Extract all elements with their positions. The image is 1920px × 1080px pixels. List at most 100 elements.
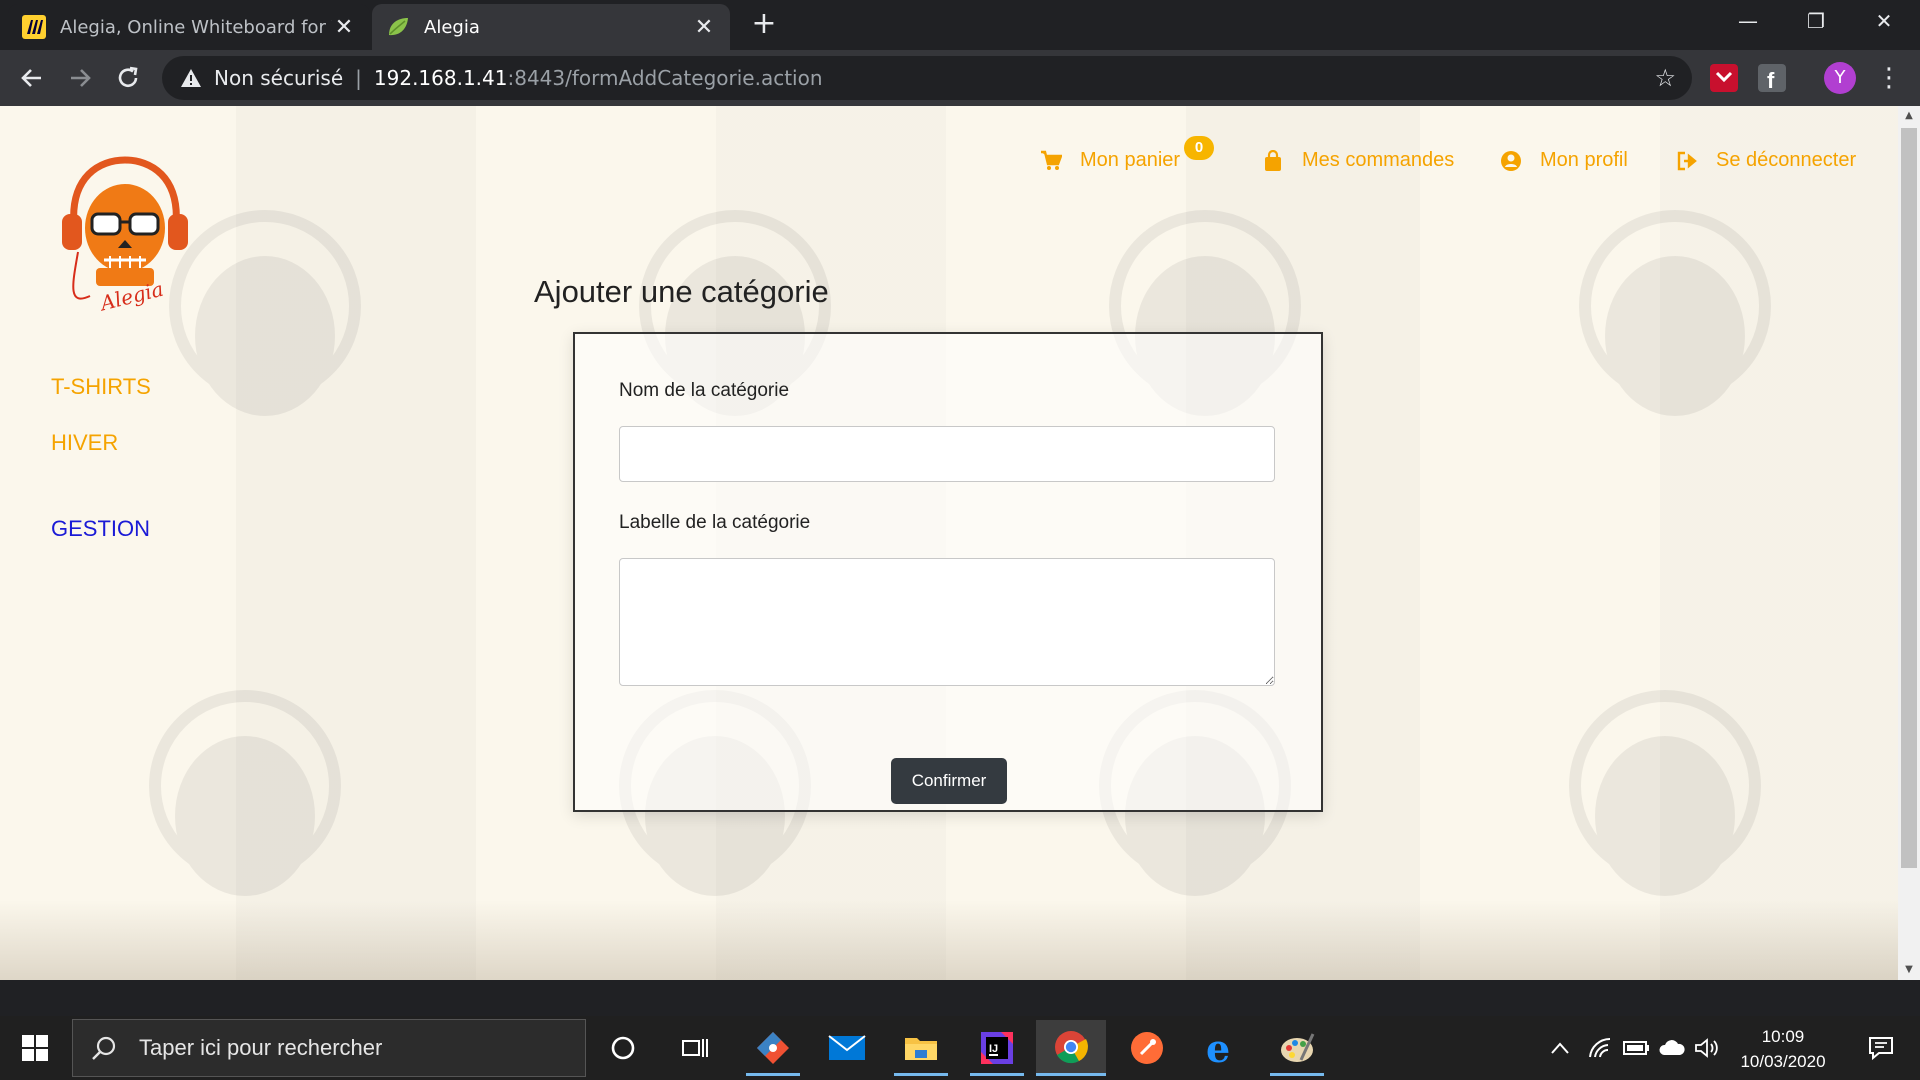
arrow-left-icon	[21, 69, 41, 87]
close-tab-icon[interactable]: ✕	[332, 15, 356, 40]
svg-text:f: f	[1767, 68, 1775, 92]
tab-alegia[interactable]: Alegia ✕	[372, 4, 730, 50]
profile-avatar[interactable]: Y	[1824, 62, 1856, 94]
tab-title: Alegia	[424, 16, 480, 38]
taskbar-clock[interactable]: 10:09 10/03/2020	[1728, 1024, 1838, 1074]
url-host: 192.168.1.41	[373, 66, 508, 90]
onedrive-cloud-icon[interactable]	[1658, 1016, 1688, 1080]
action-center-notification-icon[interactable]	[1858, 1016, 1904, 1080]
category-name-input[interactable]	[619, 426, 1275, 482]
windows-logo-icon	[22, 1035, 48, 1061]
scrollbar-thumb[interactable]	[1901, 128, 1917, 868]
security-label[interactable]: Non sécurisé	[214, 66, 343, 90]
page-bottom-shade	[0, 900, 1898, 980]
browser-tab-bar: Alegia, Online Whiteboard for Vi ✕ Alegi…	[0, 0, 1920, 50]
pocket-extension-icon[interactable]	[1710, 64, 1738, 92]
taskbar-app-edge[interactable]: e	[1186, 1020, 1256, 1076]
taskbar-app-postman[interactable]	[1112, 1020, 1182, 1076]
minimize-button[interactable]: —	[1714, 0, 1782, 44]
cart-icon	[1041, 150, 1062, 170]
page-scrollbar[interactable]: ▲ ▼	[1898, 106, 1920, 980]
volume-icon[interactable]	[1694, 1016, 1722, 1080]
running-indicator	[1270, 1073, 1324, 1076]
sidebar-item-gestion[interactable]: GESTION	[51, 516, 150, 542]
taskbar-app-explorer[interactable]	[886, 1020, 956, 1076]
back-button[interactable]	[14, 60, 50, 96]
reload-button[interactable]	[110, 60, 146, 96]
browser-menu-icon[interactable]: ⋮	[1876, 62, 1902, 94]
category-label-textarea[interactable]	[619, 558, 1275, 686]
taskbar-app-git[interactable]	[738, 1020, 808, 1076]
facebook-extension-icon[interactable]: f	[1758, 64, 1786, 93]
forward-button[interactable]	[62, 60, 98, 96]
reload-icon	[118, 66, 138, 87]
taskbar-app-mail[interactable]	[812, 1020, 882, 1076]
nav-orders-label: Mes commandes	[1302, 149, 1455, 171]
cortana-circle-icon	[611, 1036, 635, 1060]
spring-leaf-icon	[389, 18, 408, 36]
tab-miro[interactable]: Alegia, Online Whiteboard for Vi ✕	[8, 4, 370, 50]
category-name-label: Nom de la catégorie	[619, 380, 790, 401]
nav-orders[interactable]: Mes commandes	[1262, 149, 1454, 172]
search-placeholder: Taper ici pour rechercher	[139, 1035, 383, 1060]
running-indicator	[894, 1073, 948, 1076]
taskbar-search-box[interactable]: Taper ici pour rechercher	[72, 1019, 586, 1077]
shopping-bag-icon	[1265, 149, 1281, 171]
scroll-down-arrow-icon[interactable]: ▼	[1898, 960, 1920, 980]
scroll-up-arrow-icon[interactable]: ▲	[1898, 106, 1920, 126]
logout-icon	[1677, 151, 1697, 170]
taskbar-app-paint[interactable]	[1262, 1020, 1332, 1076]
nav-logout-label: Se déconnecter	[1716, 149, 1857, 171]
paint-app-icon	[1281, 1033, 1315, 1062]
cortana-button[interactable]	[600, 1016, 646, 1080]
taskbar-app-chrome[interactable]	[1036, 1020, 1106, 1076]
nav-cart-label: Mon panier	[1080, 149, 1181, 171]
address-bar[interactable]: Non sécurisé | 192.168.1.41 :8443/formAd…	[162, 56, 1692, 100]
page-title: Ajouter une catégorie	[534, 274, 829, 309]
user-circle-icon	[1501, 150, 1521, 171]
add-category-form: Nom de la catégorie Labelle de la catégo…	[573, 332, 1323, 812]
taskbar-app-intellij[interactable]: IJ	[962, 1020, 1032, 1076]
clock-date: 10/03/2020	[1740, 1052, 1826, 1071]
mail-app-icon	[828, 1035, 866, 1060]
tab-title: Alegia, Online Whiteboard for Vi	[60, 16, 332, 38]
nav-logout[interactable]: Se déconnecter	[1676, 149, 1856, 172]
task-view-icon	[682, 1039, 708, 1057]
svg-text:IJ: IJ	[989, 1043, 998, 1055]
new-tab-button[interactable]: +	[748, 8, 780, 40]
browser-toolbar: Non sécurisé | 192.168.1.41 :8443/formAd…	[0, 50, 1920, 106]
restore-button[interactable]: ❐	[1782, 0, 1850, 44]
chrome-app-icon	[1055, 1030, 1088, 1063]
close-tab-icon[interactable]: ✕	[692, 15, 716, 40]
task-view-button[interactable]	[672, 1016, 718, 1080]
edge-app-icon: e	[1206, 1030, 1230, 1066]
windows-taskbar: Taper ici pour rechercher IJ e 10:09 10/…	[0, 1016, 1920, 1080]
svg-text:e: e	[1206, 1030, 1230, 1066]
folder-icon	[905, 1038, 937, 1060]
url-path: :8443/formAddCategorie.action	[507, 66, 823, 90]
postman-app-icon	[1131, 1032, 1163, 1064]
network-icon[interactable]	[1588, 1016, 1614, 1080]
page-viewport: Alegia Mon panier 0 Mes commandes Mon pr…	[0, 106, 1898, 980]
bookmark-star-icon[interactable]: ☆	[1654, 64, 1676, 92]
cart-count-badge: 0	[1184, 136, 1214, 160]
intellij-app-icon: IJ	[981, 1032, 1013, 1064]
arrow-right-icon	[71, 69, 91, 87]
show-hidden-icons-chevron-up-icon[interactable]	[1550, 1016, 1576, 1080]
skull-watermark	[1579, 210, 1771, 416]
close-window-button[interactable]: ✕	[1850, 0, 1918, 44]
search-icon	[92, 1036, 116, 1060]
start-button[interactable]	[0, 1016, 70, 1080]
git-app-icon	[757, 1032, 789, 1064]
clock-time: 10:09	[1761, 1027, 1805, 1046]
nav-cart[interactable]: Mon panier	[1040, 149, 1180, 172]
running-indicator	[746, 1073, 800, 1076]
running-indicator	[970, 1073, 1024, 1076]
sidebar-item-hiver[interactable]: HIVER	[51, 430, 118, 456]
category-label-label: Labelle de la catégorie	[619, 512, 811, 533]
address-separator: |	[355, 66, 362, 90]
confirm-button[interactable]: Confirmer	[891, 758, 1007, 804]
nav-profile[interactable]: Mon profil	[1500, 149, 1628, 172]
battery-icon[interactable]	[1622, 1016, 1652, 1080]
sidebar-item-tshirts[interactable]: T-SHIRTS	[51, 374, 151, 400]
